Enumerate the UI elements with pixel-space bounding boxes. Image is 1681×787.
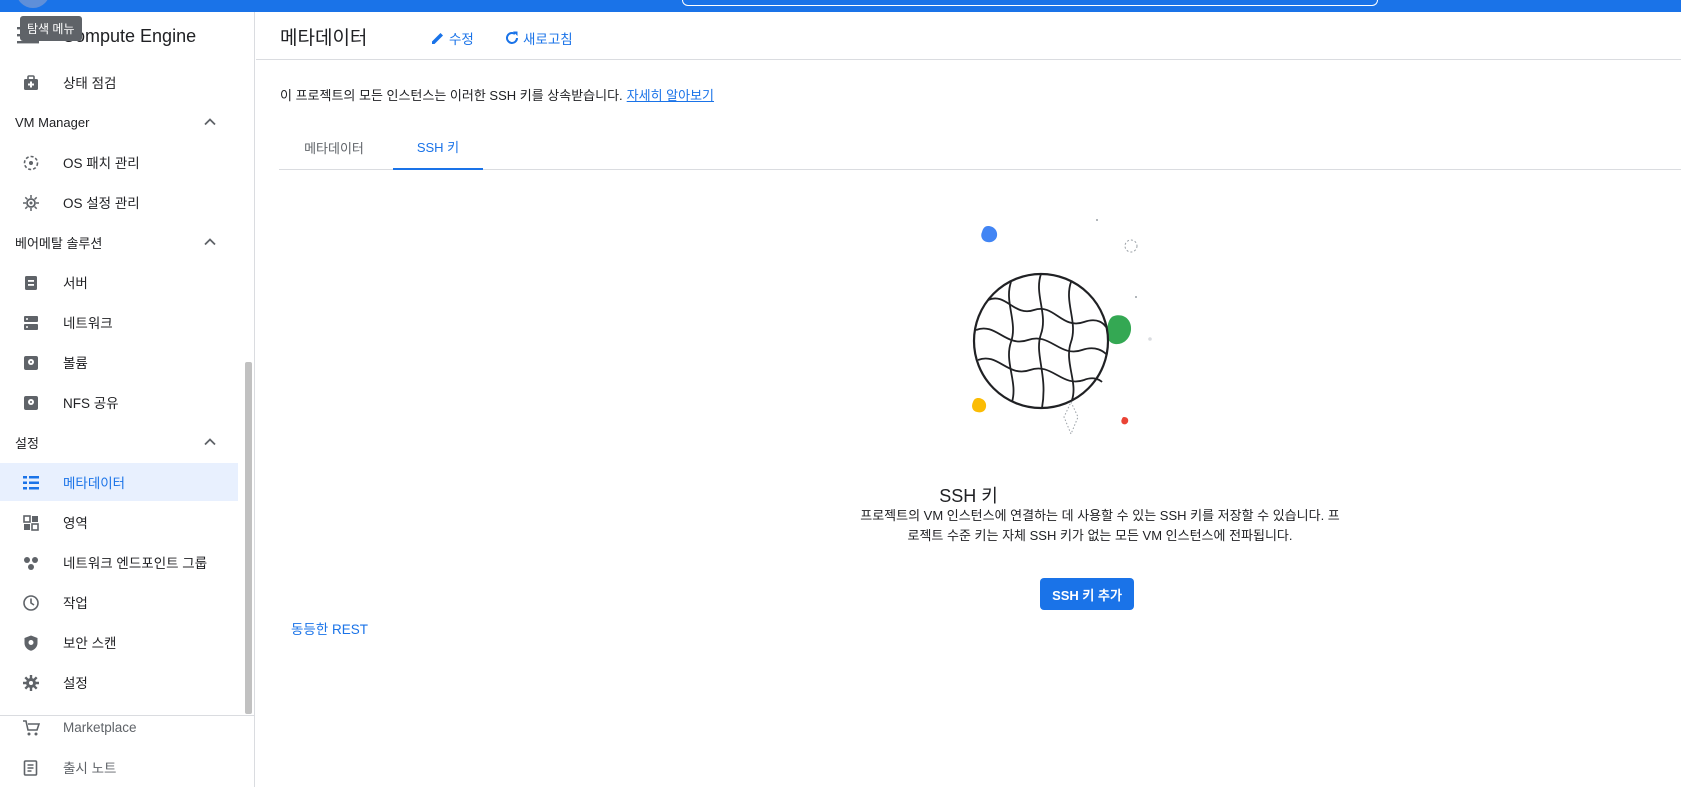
tab-bar: 메타데이터 SSH 키	[279, 124, 1681, 170]
sidebar-item-settings[interactable]: 설정	[0, 663, 238, 701]
nfs-share-icon	[24, 396, 38, 410]
globe	[972, 272, 1110, 410]
volume-icon	[24, 356, 38, 370]
settings-gear-icon	[23, 675, 39, 691]
product-name: Compute Engine	[62, 26, 197, 46]
pencil-icon	[432, 33, 443, 44]
operations-icon	[23, 595, 39, 611]
empty-state-illustration	[972, 219, 1152, 436]
blue-blob	[981, 226, 998, 243]
top-app-bar	[0, 0, 1681, 12]
equivalent-rest-link[interactable]: 동등한 REST	[291, 618, 368, 638]
empty-state-description: 프로젝트의 VM 인스턴스에 연결하는 데 사용할 수 있는 SSH 키를 저장…	[860, 508, 1340, 543]
green-blob	[1106, 315, 1132, 345]
sidebar-section-bare-metal[interactable]: 베어메탈 솔루션	[0, 223, 238, 261]
empty-state-title: SSH 키	[939, 486, 998, 506]
sidebar-item-nfs-share[interactable]: NFS 공유	[0, 383, 238, 421]
refresh-button[interactable]: 새로고침	[504, 28, 573, 48]
sidebar-item-operations[interactable]: 작업	[0, 583, 238, 621]
page-description: 이 프로젝트의 모든 인스턴스는 이러한 SSH 키를 상속받습니다. 자세히 알…	[280, 88, 715, 103]
main-content: 메타데이터 수정 새로고침 이 프로젝트의 모든 인스턴스는 이러한 SSH 키…	[256, 12, 1681, 787]
metadata-icon	[23, 476, 39, 490]
sidebar-item-security-scan[interactable]: 보안 스캔	[0, 623, 238, 661]
zones-icon	[23, 515, 39, 531]
sidebar-item-health-check[interactable]: 상태 점검	[0, 63, 238, 101]
chevron-up-icon[interactable]	[203, 115, 217, 129]
edit-button[interactable]: 수정	[430, 28, 474, 48]
sidebar: Compute Engine 탐색 메뉴 상태 점검 VM Manager OS…	[0, 12, 255, 787]
refresh-icon	[506, 31, 518, 44]
server-icon	[25, 276, 37, 290]
os-patch-icon	[23, 155, 39, 171]
page-title: 메타데이터	[280, 28, 368, 49]
sidebar-item-zones[interactable]: 영역	[0, 503, 238, 541]
sidebar-item-metadata[interactable]: 메타데이터	[0, 463, 238, 501]
release-notes-icon	[23, 760, 38, 776]
page-header: 메타데이터 수정 새로고침	[256, 12, 1681, 60]
tab-ssh-keys[interactable]: SSH 키	[393, 124, 483, 170]
dotted-circle	[1124, 239, 1138, 253]
sidebar-item-network[interactable]: 네트워크	[0, 303, 238, 341]
network-endpoint-group-icon	[24, 557, 38, 570]
red-blob	[1121, 417, 1129, 425]
chevron-up-icon[interactable]	[203, 435, 217, 449]
network-icon	[24, 316, 38, 330]
sidebar-section-vm-manager[interactable]: VM Manager	[0, 103, 238, 141]
dotted-diamond	[1063, 400, 1079, 436]
sidebar-item-marketplace[interactable]: Marketplace	[0, 708, 238, 746]
marketplace-cart-icon	[23, 720, 40, 736]
health-check-icon	[24, 75, 38, 90]
sidebar-item-os-config[interactable]: OS 설정 관리	[0, 183, 238, 221]
account-avatar[interactable]	[16, 0, 50, 8]
sidebar-item-server[interactable]: 서버	[0, 263, 238, 301]
sidebar-item-os-patch[interactable]: OS 패치 관리	[0, 143, 238, 181]
os-config-icon	[23, 195, 39, 211]
tab-metadata[interactable]: 메타데이터	[279, 124, 389, 170]
sidebar-item-volume[interactable]: 볼륨	[0, 343, 238, 381]
add-ssh-key-button[interactable]: SSH 키 추가	[1040, 578, 1134, 610]
sidebar-item-network-endpoint-groups[interactable]: 네트워크 엔드포인트 그룹	[0, 543, 238, 581]
search-bar[interactable]	[682, 0, 1378, 6]
sidebar-section-settings[interactable]: 설정	[0, 423, 238, 461]
sidebar-item-release-notes[interactable]: 출시 노트	[0, 748, 238, 786]
chevron-up-icon[interactable]	[203, 235, 217, 249]
learn-more-link[interactable]: 자세히 알아보기	[627, 88, 714, 103]
security-scan-icon	[24, 635, 38, 651]
sidebar-scrollbar[interactable]	[245, 362, 252, 714]
nav-menu-tooltip: 탐색 메뉴	[20, 16, 82, 41]
yellow-blob	[972, 398, 987, 413]
